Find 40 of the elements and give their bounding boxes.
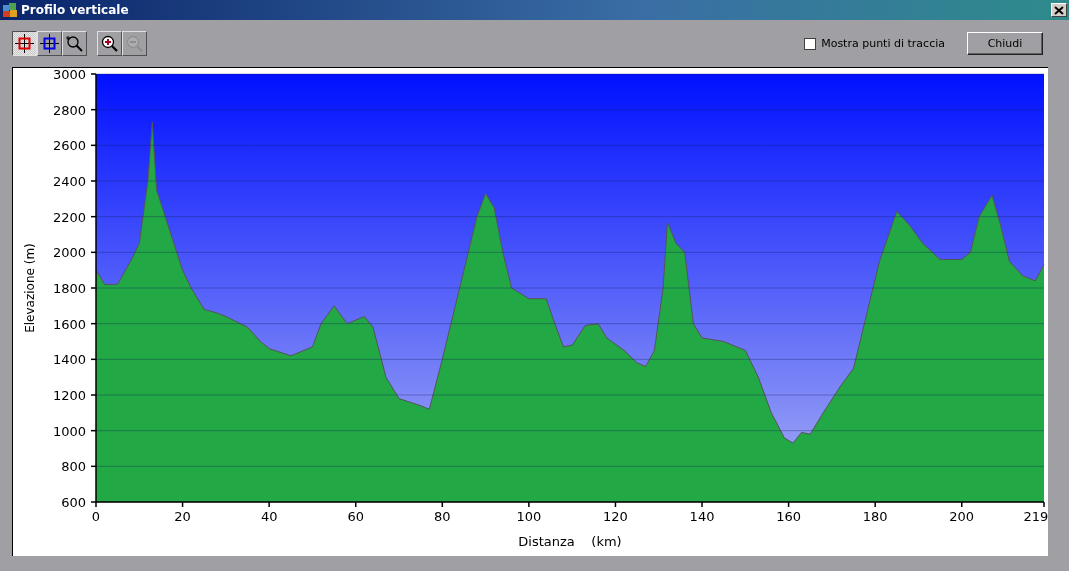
x-tick-label: 40 [260,509,278,524]
x-tick-label: 140 [689,509,715,524]
x-tick-label: 120 [603,509,628,524]
x-tick-label: 20 [174,509,191,524]
app-icon [3,3,17,17]
x-tick-label: 160 [776,509,801,524]
x-tick-label: 100 [516,509,542,524]
close-button[interactable]: Chiudi [967,32,1043,55]
close-icon [1054,5,1064,15]
y-tick-label: 2800 [52,102,86,118]
y-tick-label: 1400 [52,352,86,368]
crosshair-icon [40,34,59,53]
x-tick-label: 0 [91,509,101,524]
y-tick-label: 3000 [52,68,86,82]
checkbox[interactable] [804,37,817,50]
y-tick-label: 2000 [52,245,86,261]
x-tick-label: 219 [1023,509,1048,524]
y-tick-label: 1600 [52,316,86,332]
checkbox-label: Mostra punti di traccia [821,37,945,50]
y-tick-label: 1200 [52,388,86,403]
y-tick-label: 2600 [52,138,86,154]
y-tick-label: 2200 [52,209,86,225]
y-tick-label: 600 [61,495,86,510]
x-tick-label: 80 [434,509,451,524]
y-tick-label: 800 [61,459,86,475]
y-tick-label: 1000 [52,423,86,439]
x-tick-label: 180 [862,509,888,524]
zoom-out-icon [125,34,144,53]
y-axis-title: Elevazione (m) [23,243,37,333]
window-title: Profilo verticale [21,3,130,17]
y-tick-label: 1800 [52,281,86,296]
x-tick-label: 60 [347,509,364,524]
close-button[interactable] [1051,3,1067,17]
zoom-in-icon [100,34,119,53]
crosshair-icon [15,34,34,53]
toolbar-button[interactable] [12,31,37,56]
x-axis-title: Distanza (km) [518,534,622,549]
magnifier-icon [65,34,84,53]
y-tick-label: 2400 [52,174,86,189]
x-tick-label: 200 [949,509,975,524]
